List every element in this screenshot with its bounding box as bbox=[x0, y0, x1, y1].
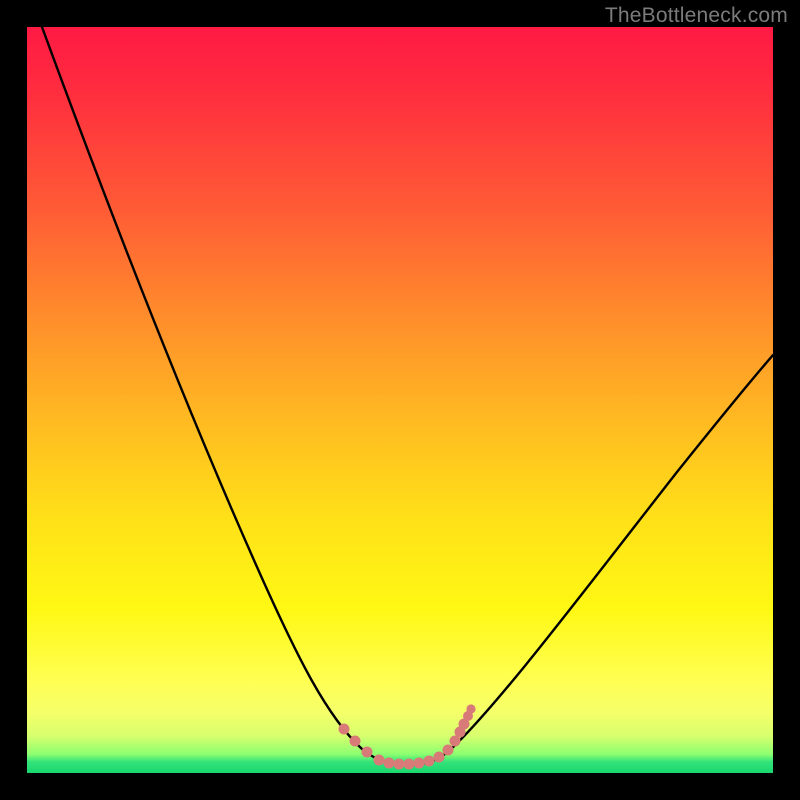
bottleneck-curve-svg bbox=[27, 27, 773, 773]
plot-area bbox=[27, 27, 773, 773]
chart-frame: TheBottleneck.com bbox=[0, 0, 800, 800]
bottleneck-curve bbox=[42, 27, 773, 765]
bottom-markers bbox=[339, 704, 476, 769]
watermark-text: TheBottleneck.com bbox=[605, 4, 788, 28]
